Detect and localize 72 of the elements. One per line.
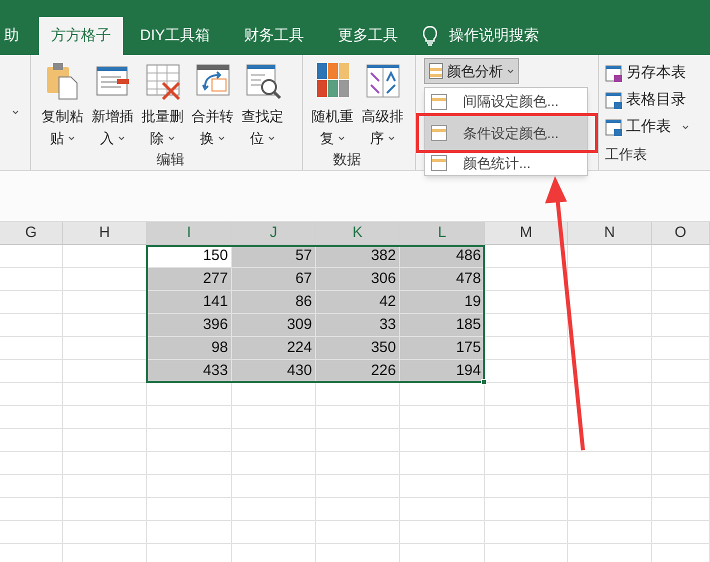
column-header[interactable]: L [400, 222, 485, 244]
group-label: 工作表 [605, 145, 648, 164]
table-cell: 309 [232, 314, 316, 336]
caret-icon[interactable] [682, 125, 689, 130]
table-cell: 306 [316, 268, 400, 290]
table-cell: 226 [316, 360, 400, 382]
ribbon-tab[interactable]: 助 [0, 17, 39, 55]
table-cell: 19 [400, 291, 485, 313]
column-header[interactable]: G [0, 222, 63, 244]
caret-icon[interactable] [168, 136, 175, 140]
table-cell: 33 [316, 314, 400, 336]
ribbon-button[interactable]: 高级排 序 [359, 61, 406, 149]
sheet-icon [605, 118, 623, 136]
ribbon-button[interactable]: 表格目录 [605, 87, 710, 114]
menu-item[interactable]: 颜色统计... [425, 153, 587, 173]
striped-table-icon [429, 63, 443, 79]
ribbon-button[interactable]: 查找定 位 [239, 61, 286, 149]
caret-icon[interactable] [338, 136, 345, 140]
caret-icon[interactable] [388, 136, 395, 140]
table-cell: 175 [400, 337, 485, 359]
caret-icon[interactable] [12, 110, 18, 115]
column-header[interactable]: M [485, 222, 568, 244]
table-cell: 141 [147, 291, 232, 313]
caret-icon[interactable] [268, 136, 275, 140]
ribbon-tab[interactable]: DIY工具箱 [123, 17, 228, 55]
table-cell: 433 [147, 360, 232, 382]
table-cell: 224 [232, 337, 316, 359]
group-label: 数据 [332, 150, 362, 169]
caret-icon[interactable] [68, 136, 75, 140]
table-cell: 382 [316, 245, 400, 267]
table-cell: 396 [147, 314, 232, 336]
table-cell: 350 [316, 337, 400, 359]
column-header[interactable]: K [316, 222, 400, 244]
ribbon-button[interactable]: 合并转 换 [189, 61, 236, 149]
column-header[interactable]: O [652, 222, 710, 244]
ribbon-tab[interactable]: 方方格子 [39, 17, 123, 55]
ribbon-button[interactable]: 随机重 复 [309, 61, 356, 149]
ribbon-tab[interactable]: 更多工具 [321, 17, 416, 55]
table-color-icon [431, 94, 447, 110]
table-link-icon [605, 92, 623, 110]
ribbon-button[interactable]: 批量删 除 [139, 61, 186, 149]
caret-icon[interactable] [507, 68, 514, 74]
ribbon-button[interactable]: 复制粘 贴 [39, 61, 86, 149]
tell-me-search[interactable]: 操作说明搜索 [449, 24, 540, 48]
table-color-icon [431, 155, 447, 171]
table-cell: 277 [147, 268, 232, 290]
table-cell: 42 [316, 291, 400, 313]
menu-item[interactable]: 间隔设定颜色... [425, 90, 587, 113]
table-cell: 86 [232, 291, 316, 313]
ribbon-button[interactable]: 另存本表 [605, 60, 710, 87]
column-header[interactable]: J [232, 222, 316, 244]
column-header[interactable]: I [147, 222, 232, 244]
fill-handle[interactable] [481, 379, 487, 385]
lightbulb-icon [423, 26, 438, 46]
table-color-icon [431, 125, 447, 141]
color-analysis-button[interactable]: 颜色分析 [424, 58, 519, 84]
caret-icon[interactable] [118, 136, 125, 140]
table-cell: 194 [400, 360, 485, 382]
caret-icon[interactable] [218, 136, 225, 140]
table-cell: 67 [232, 268, 316, 290]
table-cell: 57 [232, 245, 316, 267]
clipboard-icon [44, 61, 80, 101]
ribbon-button[interactable]: 工作表 [605, 114, 710, 141]
table-cell: 430 [232, 360, 316, 382]
column-header[interactable]: N [568, 222, 652, 244]
ribbon-tab[interactable]: 财务工具 [227, 17, 322, 55]
table-cell: 478 [400, 268, 485, 290]
table-cell: 98 [147, 337, 232, 359]
save-sheet-icon [605, 64, 623, 82]
ribbon-button[interactable]: 新增插 入 [89, 61, 136, 149]
group-label: 编辑 [156, 150, 186, 169]
table-cell: 185 [400, 314, 485, 336]
